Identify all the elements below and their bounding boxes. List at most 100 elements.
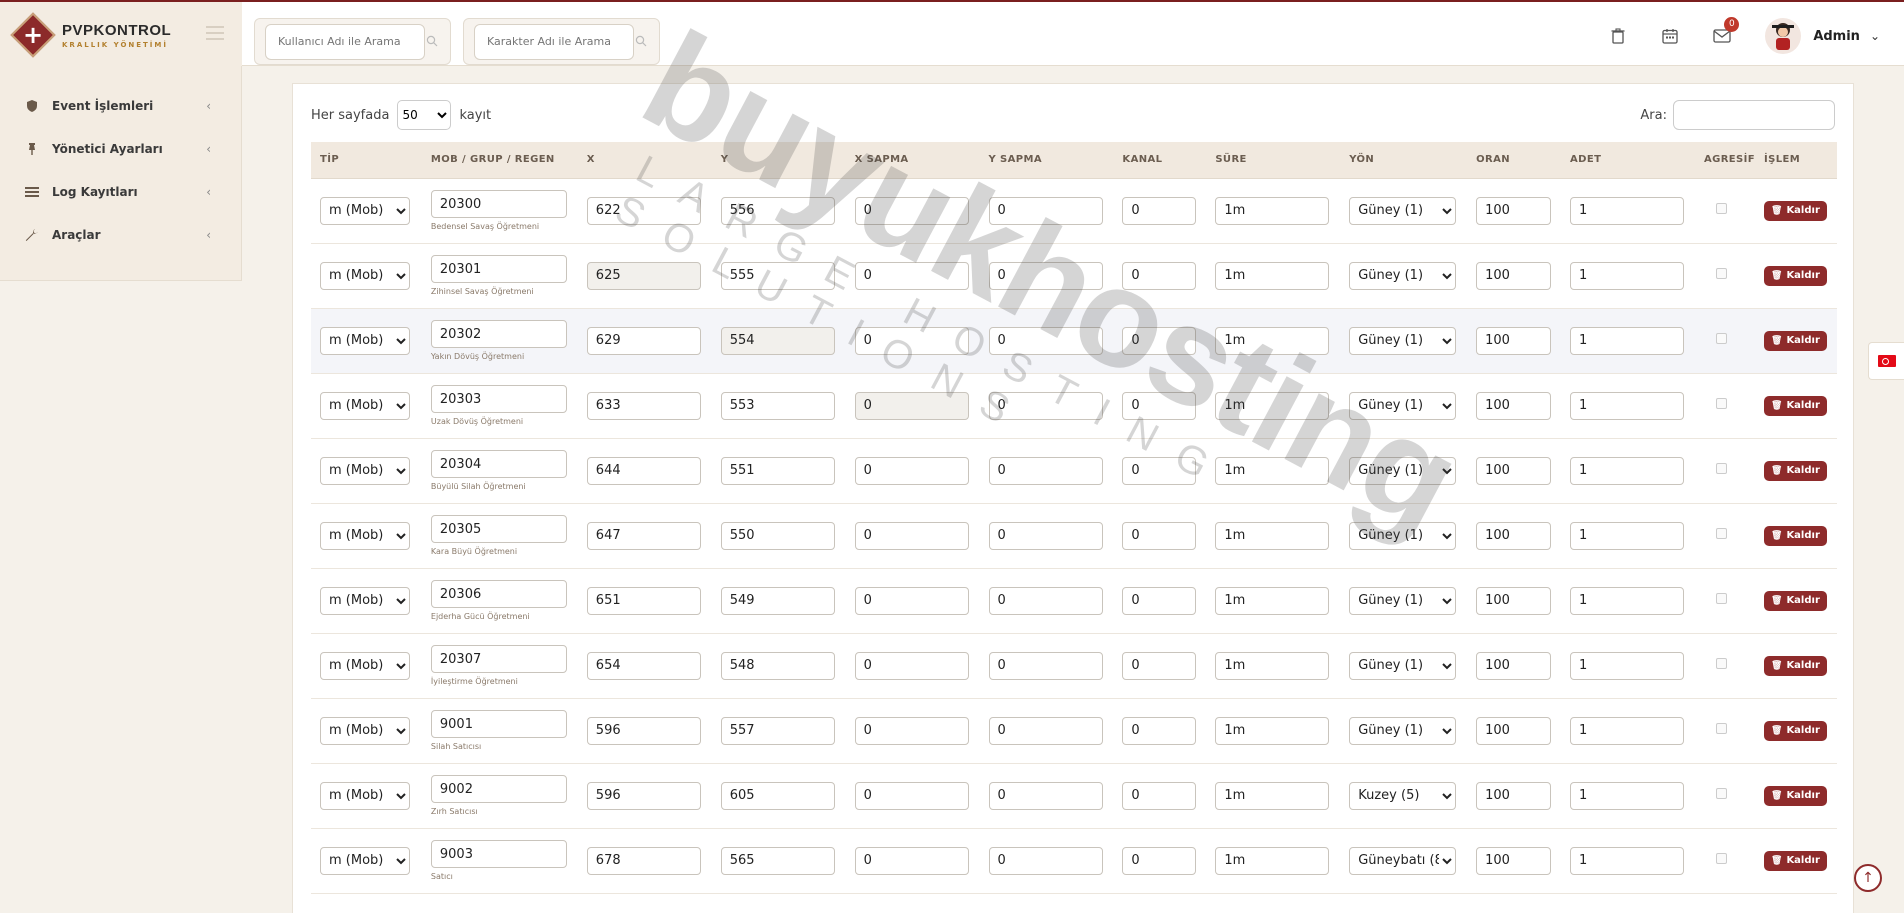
aggressive-checkbox[interactable] (1715, 658, 1727, 669)
x-deviation-input[interactable] (854, 326, 969, 355)
column-header[interactable]: Y SAPMA (979, 142, 1114, 179)
direction-select[interactable]: Güney (1) (1349, 456, 1457, 485)
mob-id-input[interactable] (430, 255, 567, 283)
remove-button[interactable]: 🗑 Kaldır (1764, 850, 1827, 871)
column-header[interactable]: X SAPMA (845, 142, 980, 179)
menu-toggle-icon[interactable] (206, 26, 224, 40)
y-deviation-input[interactable] (988, 846, 1103, 875)
x-input[interactable] (586, 781, 701, 810)
rate-input[interactable] (1476, 586, 1552, 615)
duration-input[interactable] (1215, 846, 1330, 875)
type-select[interactable]: m (Mob) (320, 781, 410, 810)
type-select[interactable]: m (Mob) (320, 261, 410, 290)
mob-id-input[interactable] (430, 840, 567, 868)
duration-input[interactable] (1215, 261, 1330, 290)
duration-input[interactable] (1215, 781, 1330, 810)
aggressive-checkbox[interactable] (1715, 203, 1727, 214)
remove-button[interactable]: 🗑 Kaldır (1764, 265, 1827, 286)
x-input[interactable] (586, 456, 701, 485)
mob-id-input[interactable] (430, 710, 567, 738)
column-header[interactable]: SÜRE (1206, 142, 1341, 179)
y-input[interactable] (720, 716, 835, 745)
x-input[interactable] (586, 391, 701, 420)
search-icon[interactable] (426, 35, 438, 47)
aggressive-checkbox[interactable] (1715, 333, 1727, 344)
mob-id-input[interactable] (430, 775, 567, 803)
direction-select[interactable]: Kuzey (5) (1349, 781, 1457, 810)
count-input[interactable] (1570, 846, 1685, 875)
column-header[interactable]: YÖN (1340, 142, 1468, 179)
y-deviation-input[interactable] (988, 261, 1103, 290)
mob-id-input[interactable] (430, 320, 567, 348)
direction-select[interactable]: Güney (1) (1349, 326, 1457, 355)
column-header[interactable]: AGRESİF (1694, 142, 1755, 179)
channel-input[interactable] (1122, 456, 1197, 485)
x-input[interactable] (586, 716, 701, 745)
y-input[interactable] (720, 196, 835, 225)
channel-input[interactable] (1122, 261, 1197, 290)
type-select[interactable]: m (Mob) (320, 651, 410, 680)
avatar[interactable] (1765, 18, 1802, 54)
y-input[interactable] (720, 456, 835, 485)
rate-input[interactable] (1476, 651, 1552, 680)
rate-input[interactable] (1476, 456, 1552, 485)
x-deviation-input[interactable] (854, 651, 969, 680)
channel-input[interactable] (1122, 586, 1197, 615)
count-input[interactable] (1570, 781, 1685, 810)
remove-button[interactable]: 🗑 Kaldır (1764, 460, 1827, 481)
duration-input[interactable] (1215, 391, 1330, 420)
direction-select[interactable]: Güney (1) (1349, 651, 1457, 680)
x-input[interactable] (586, 521, 701, 550)
column-header[interactable]: ORAN (1467, 142, 1562, 179)
type-select[interactable]: m (Mob) (320, 326, 410, 355)
y-deviation-input[interactable] (988, 391, 1103, 420)
duration-input[interactable] (1215, 521, 1330, 550)
mob-id-input[interactable] (430, 450, 567, 478)
column-header[interactable]: İŞLEM (1755, 142, 1837, 179)
type-select[interactable]: m (Mob) (320, 521, 410, 550)
channel-input[interactable] (1122, 391, 1197, 420)
type-select[interactable]: m (Mob) (320, 586, 410, 615)
aggressive-checkbox[interactable] (1715, 593, 1727, 604)
column-header[interactable]: X (577, 142, 712, 179)
mail-icon[interactable]: 0 (1711, 17, 1740, 47)
aggressive-checkbox[interactable] (1715, 723, 1727, 734)
channel-input[interactable] (1122, 196, 1197, 225)
channel-input[interactable] (1122, 716, 1197, 745)
channel-input[interactable] (1122, 781, 1197, 810)
y-deviation-input[interactable] (988, 716, 1103, 745)
count-input[interactable] (1570, 456, 1685, 485)
search-icon[interactable] (635, 35, 647, 47)
count-input[interactable] (1570, 391, 1685, 420)
direction-select[interactable]: Güney (1) (1349, 391, 1457, 420)
chevron-down-icon[interactable]: ⌄ (1870, 29, 1880, 43)
duration-input[interactable] (1215, 456, 1330, 485)
x-input[interactable] (586, 846, 701, 875)
mob-id-input[interactable] (430, 645, 567, 673)
y-deviation-input[interactable] (988, 651, 1103, 680)
aggressive-checkbox[interactable] (1715, 463, 1727, 474)
y-deviation-input[interactable] (988, 781, 1103, 810)
aggressive-checkbox[interactable] (1715, 268, 1727, 279)
remove-button[interactable]: 🗑 Kaldır (1764, 200, 1827, 221)
direction-select[interactable]: Güney (1) (1349, 586, 1457, 615)
rate-input[interactable] (1476, 846, 1552, 875)
y-deviation-input[interactable] (988, 326, 1103, 355)
type-select[interactable]: m (Mob) (320, 196, 410, 225)
count-input[interactable] (1570, 521, 1685, 550)
rate-input[interactable] (1476, 716, 1552, 745)
direction-select[interactable]: Güney (1) (1349, 716, 1457, 745)
aggressive-checkbox[interactable] (1715, 788, 1727, 799)
rate-input[interactable] (1476, 391, 1552, 420)
y-input[interactable] (720, 391, 835, 420)
direction-select[interactable]: Güney (1) (1349, 196, 1457, 225)
column-header[interactable]: Y (711, 142, 846, 179)
rate-input[interactable] (1476, 781, 1552, 810)
x-input[interactable] (586, 196, 701, 225)
y-input[interactable] (720, 261, 835, 290)
duration-input[interactable] (1215, 716, 1330, 745)
count-input[interactable] (1570, 196, 1685, 225)
count-input[interactable] (1570, 261, 1685, 290)
column-header[interactable]: KANAL (1113, 142, 1207, 179)
duration-input[interactable] (1215, 326, 1330, 355)
